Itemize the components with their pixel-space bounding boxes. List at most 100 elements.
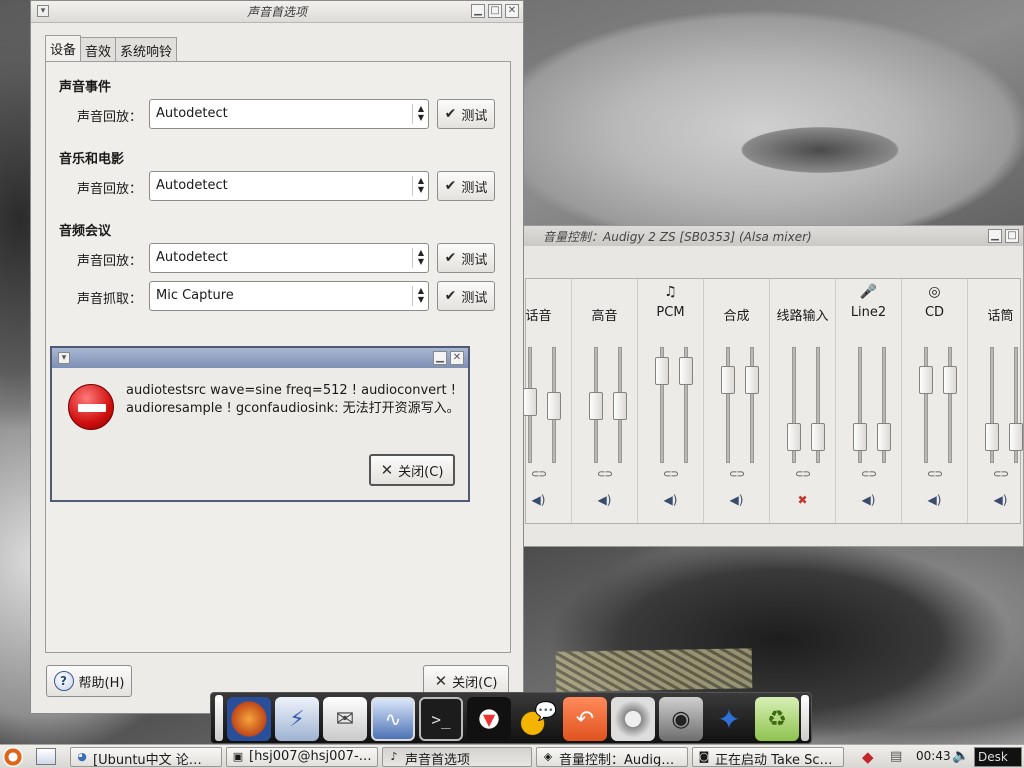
ubuntu-menu-icon[interactable] [3, 747, 23, 767]
lock-channels-icon[interactable]: ⊂⊃ [638, 469, 703, 480]
slider-thumb[interactable] [679, 357, 693, 385]
music-movies-playback-combo[interactable]: Autodetect ▲ ▼ [149, 171, 429, 201]
slider-thumb[interactable] [811, 423, 825, 451]
lock-channels-icon[interactable]: ⊂⊃ [836, 469, 901, 480]
lock-channels-icon[interactable]: ⊂⊃ [704, 469, 769, 480]
tab-sound-effects[interactable]: 音效 [80, 37, 117, 61]
task-ubuntu-forum[interactable]: ◕ [Ubuntu中文 论… [70, 747, 222, 767]
volume-slider-right[interactable] [679, 347, 693, 463]
dialog-close-button[interactable]: ✕ 关闭(C) [369, 454, 455, 486]
volume-slider-left[interactable] [655, 347, 669, 463]
speaker-icon[interactable]: ◀) [638, 493, 703, 507]
close-window-button[interactable]: ✕ [505, 4, 519, 18]
window-menu-icon[interactable]: ▾ [58, 352, 70, 364]
slider-thumb[interactable] [523, 388, 537, 416]
speaker-icon[interactable]: ◀) [836, 493, 901, 507]
ruby-icon[interactable]: ◆ [862, 748, 874, 766]
mail-clock-icon[interactable]: ✉ [323, 697, 367, 741]
task-volume-control[interactable]: ◈ 音量控制：Audig… [536, 747, 688, 767]
task-label: [hsj007@hsj007-… [249, 749, 372, 764]
speaker-icon[interactable]: ◀) [572, 493, 637, 507]
slider-thumb[interactable] [745, 366, 759, 394]
minimize-button[interactable]: ▁ [433, 351, 447, 365]
lock-channels-icon[interactable]: ⊂⊃ [968, 469, 1024, 480]
sound-events-playback-combo[interactable]: Autodetect ▲ ▼ [149, 99, 429, 129]
show-desktop-icon[interactable] [36, 748, 56, 765]
workspace-switcher[interactable]: Desk [974, 747, 1022, 767]
volume-slider-right[interactable] [811, 347, 825, 463]
volume-slider-left[interactable] [985, 347, 999, 463]
slider-thumb[interactable] [985, 423, 999, 451]
muted-speaker-icon[interactable]: ✖ [770, 493, 835, 507]
volume-slider-right[interactable] [877, 347, 891, 463]
lock-channels-icon[interactable]: ⊂⊃ [902, 469, 967, 480]
slider-thumb[interactable] [943, 366, 957, 394]
slider-thumb[interactable] [547, 392, 561, 420]
volume-slider-left[interactable] [853, 347, 867, 463]
speaker-icon[interactable]: ◀) [968, 493, 1024, 507]
mixer-titlebar[interactable]: 音量控制：Audigy 2 ZS [SB0353] (Alsa mixer) ▁… [521, 226, 1023, 246]
volume-slider-left[interactable] [721, 347, 735, 463]
prefs-titlebar[interactable]: ▾ 声音首选项 ▁ □ ✕ [31, 1, 523, 23]
slider-thumb[interactable] [919, 366, 933, 394]
firefox-icon[interactable] [227, 697, 271, 741]
task-sound-preferences[interactable]: ♪ 声音首选项 [382, 747, 532, 767]
conferencing-capture-combo[interactable]: Mic Capture ▲ ▼ [149, 281, 429, 311]
volume-slider-right[interactable] [943, 347, 957, 463]
slider-thumb[interactable] [613, 392, 627, 420]
speaker-icon[interactable]: ◀) [704, 493, 769, 507]
help-button-label: 帮助(H) [78, 675, 125, 691]
help-button[interactable]: ? 帮助(H) [46, 665, 132, 697]
speaker-icon[interactable]: ◀) [902, 493, 967, 507]
slider-thumb[interactable] [1009, 423, 1023, 451]
test-button-sound-events[interactable]: ✔ 测试 [437, 99, 495, 129]
test-button-label: 测试 [461, 290, 488, 306]
volume-slider-left[interactable] [523, 347, 537, 463]
slider-thumb[interactable] [853, 423, 867, 451]
volume-slider-right[interactable] [745, 347, 759, 463]
frog-icon[interactable]: ✦ [707, 697, 751, 741]
volume-slider-right[interactable] [1009, 347, 1023, 463]
terminal-icon[interactable]: >_ [419, 697, 463, 741]
conferencing-playback-combo[interactable]: Autodetect ▲ ▼ [149, 243, 429, 273]
tab-devices[interactable]: 设备 [45, 35, 82, 61]
test-button-conferencing-capture[interactable]: ✔ 测试 [437, 281, 495, 311]
slider-thumb[interactable] [877, 423, 891, 451]
camera-icon[interactable]: ◉ [659, 697, 703, 741]
network-status-icon[interactable]: ▤ [890, 749, 902, 764]
window-menu-icon[interactable]: ▾ [37, 5, 49, 17]
maximize-button[interactable]: □ [488, 4, 502, 18]
slider-thumb[interactable] [787, 423, 801, 451]
maximize-button[interactable]: □ [1005, 229, 1019, 243]
minimize-button[interactable]: ▁ [471, 4, 485, 18]
media-player-icon[interactable] [611, 697, 655, 741]
close-window-button[interactable]: ✕ [450, 351, 464, 365]
combo-arrows-icon: ▲ ▼ [412, 286, 424, 306]
network-icon[interactable]: ⚡ [275, 697, 319, 741]
volume-icon[interactable]: 🔈 [952, 748, 969, 764]
playback-label: 声音回放： [77, 110, 143, 125]
test-button-conferencing-playback[interactable]: ✔ 测试 [437, 243, 495, 273]
test-button-music-movies[interactable]: ✔ 测试 [437, 171, 495, 201]
volume-slider-right[interactable] [613, 347, 627, 463]
slider-thumb[interactable] [589, 392, 603, 420]
chat-icon[interactable]: 💬 [515, 697, 559, 741]
task-take-screenshot[interactable]: ◙ 正在启动 Take Sc… [692, 747, 844, 767]
slider-thumb[interactable] [655, 357, 669, 385]
slider-thumb[interactable] [721, 366, 735, 394]
clock[interactable]: 00:43 [916, 749, 951, 763]
lock-channels-icon[interactable]: ⊂⊃ [770, 469, 835, 480]
volume-slider-right[interactable] [547, 347, 561, 463]
dialog-titlebar[interactable]: ▾ ▁ ✕ [52, 348, 468, 368]
system-monitor-icon[interactable]: ∿ [371, 697, 415, 741]
tab-system-beep[interactable]: 系统响铃 [115, 37, 178, 61]
app-icon-orange[interactable]: ↶ [563, 697, 607, 741]
lock-channels-icon[interactable]: ⊂⊃ [572, 469, 637, 480]
task-terminal[interactable]: ▣ [hsj007@hsj007-… [226, 747, 378, 767]
volume-slider-left[interactable] [589, 347, 603, 463]
qq-penguin-icon[interactable]: ▼ [467, 697, 511, 741]
volume-slider-left[interactable] [919, 347, 933, 463]
volume-slider-left[interactable] [787, 347, 801, 463]
trash-icon[interactable]: ♻ [755, 697, 799, 741]
minimize-button[interactable]: ▁ [988, 229, 1002, 243]
